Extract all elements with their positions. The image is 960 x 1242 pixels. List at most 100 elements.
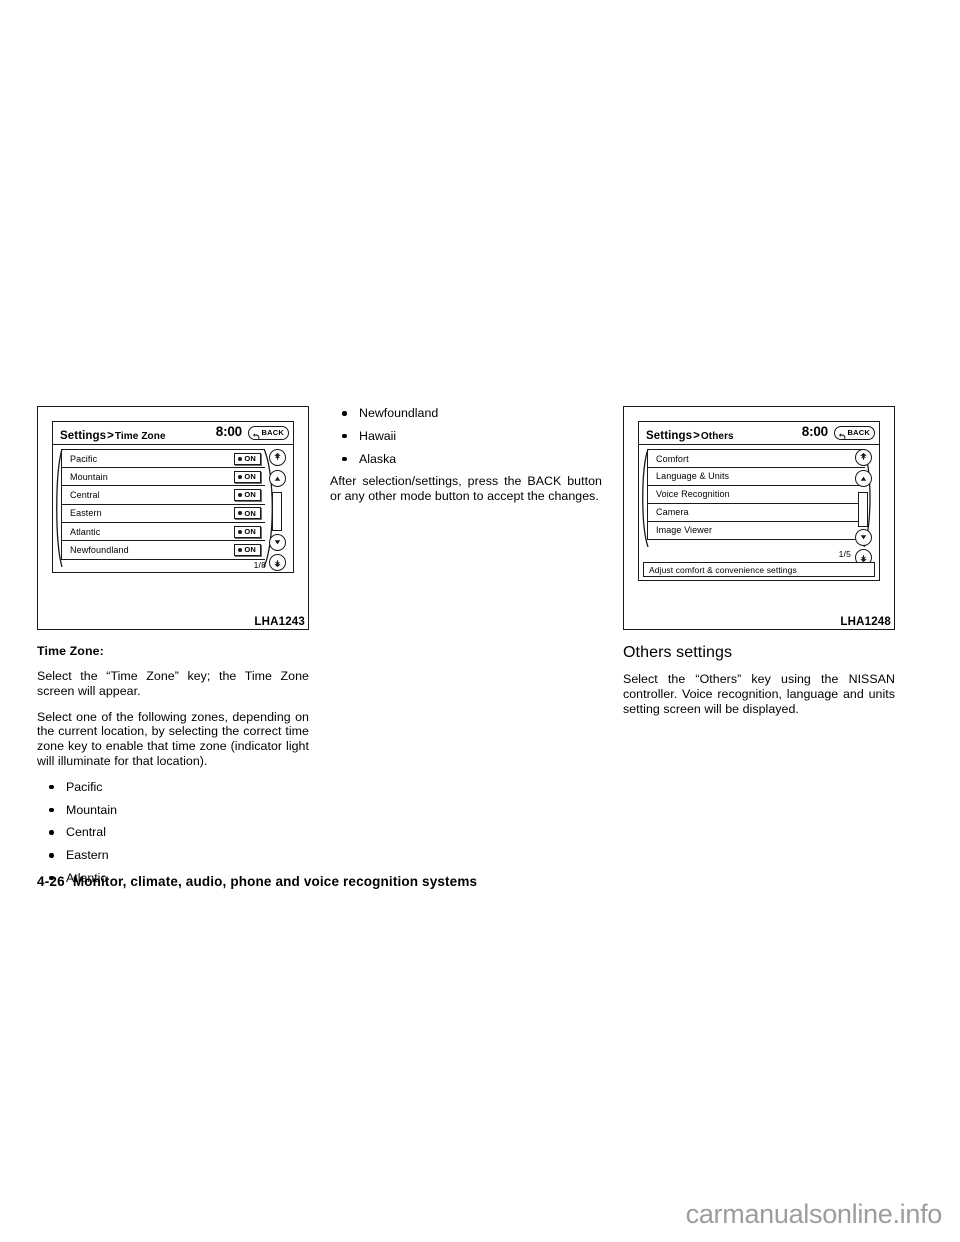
row-label: Newfoundland bbox=[70, 544, 129, 555]
scroll-bottom-button[interactable] bbox=[269, 554, 286, 571]
list-item: Central bbox=[37, 825, 309, 840]
figure-id-label: LHA1243 bbox=[254, 616, 305, 628]
page-counter: 1/8 bbox=[253, 560, 266, 570]
toggle-label: ON bbox=[244, 490, 256, 500]
section-heading: Others settings bbox=[623, 644, 733, 661]
screen-header: Settings>Others 8:00 BACK bbox=[639, 422, 879, 445]
list-item: Eastern bbox=[37, 848, 309, 863]
footer-title: Monitor, climate, audio, phone and voice… bbox=[72, 874, 478, 889]
table-row[interactable]: Atlantic ON bbox=[61, 521, 265, 542]
back-button[interactable]: BACK bbox=[247, 426, 289, 440]
row-label: Mountain bbox=[70, 471, 108, 482]
toggle-label: ON bbox=[244, 472, 256, 482]
indicator-dot-icon bbox=[238, 493, 243, 498]
toggle-label: ON bbox=[244, 526, 256, 536]
manual-page: Settings >Time Zone 8:00 BACK Pacific ON … bbox=[0, 0, 960, 1242]
figure-id-label: LHA1248 bbox=[840, 616, 891, 628]
row-label: Comfort bbox=[656, 453, 689, 464]
paragraph: Select one of the following zones, depen… bbox=[37, 709, 309, 768]
indicator-dot-icon bbox=[238, 456, 243, 461]
page-counter: 1/5 bbox=[838, 549, 851, 559]
row-label: Camera bbox=[656, 507, 689, 518]
breadcrumb-leaf: Others bbox=[700, 431, 734, 442]
list-item: Mountain bbox=[37, 803, 309, 818]
left-column: Settings>Time Zone 8:00 BACK Pacific ON … bbox=[37, 406, 309, 885]
nav-key-column bbox=[853, 449, 875, 566]
table-row[interactable]: Pacific ON bbox=[61, 449, 265, 469]
table-row[interactable]: Newfoundland ON bbox=[61, 540, 265, 560]
clock-display: 8:00 bbox=[215, 424, 242, 439]
screen-header: Settings>Time Zone 8:00 BACK bbox=[53, 422, 293, 445]
row-label: Voice Recognition bbox=[656, 489, 730, 500]
indicator-dot-icon bbox=[238, 511, 243, 516]
toggle-on-indicator[interactable]: ON bbox=[234, 525, 261, 538]
back-button[interactable]: BACK bbox=[833, 426, 875, 440]
list-item[interactable]: Camera bbox=[647, 502, 865, 522]
footer-page-number: 4-26 bbox=[37, 874, 65, 889]
page-footer: 4-26 Monitor, climate, audio, phone and v… bbox=[37, 873, 477, 891]
scroll-up-button[interactable] bbox=[855, 470, 872, 487]
row-label: Eastern bbox=[70, 508, 102, 519]
figure-others: Settings>Others 8:00 BACK Comfort Langua… bbox=[623, 406, 895, 630]
nav-screen-time-zone: Settings>Time Zone 8:00 BACK Pacific ON … bbox=[52, 421, 294, 573]
toggle-on-indicator[interactable]: ON bbox=[234, 470, 261, 483]
screen-body: Comfort Language & Units Voice Recogniti… bbox=[639, 445, 879, 580]
back-button-label: BACK bbox=[261, 428, 284, 438]
back-button-label: BACK bbox=[847, 428, 870, 438]
row-label: Image Viewer bbox=[656, 525, 713, 536]
paragraph: After selection/settings, press the BACK… bbox=[330, 474, 602, 504]
toggle-label: ON bbox=[244, 454, 256, 463]
list-item: Newfoundland bbox=[330, 406, 602, 421]
right-column: Settings>Others 8:00 BACK Comfort Langua… bbox=[623, 406, 895, 716]
toggle-label: ON bbox=[244, 508, 256, 518]
nav-screen-others: Settings>Others 8:00 BACK Comfort Langua… bbox=[638, 421, 880, 581]
indicator-dot-icon bbox=[238, 547, 243, 552]
bullet-list: Newfoundland Hawaii Alaska bbox=[330, 406, 602, 466]
row-label: Pacific bbox=[70, 453, 98, 464]
row-label: Central bbox=[70, 490, 100, 501]
toggle-label: ON bbox=[244, 545, 256, 555]
status-text: Adjust comfort & convenience settings bbox=[649, 564, 797, 575]
figure-time-zone: Settings>Time Zone 8:00 BACK Pacific ON … bbox=[37, 406, 309, 630]
list-item: Hawaii bbox=[330, 429, 602, 444]
scrollbar-thumb[interactable] bbox=[858, 492, 868, 527]
section-heading: Time Zone: bbox=[37, 644, 104, 658]
paragraph: Select the “Others” key using the NISSAN… bbox=[623, 672, 895, 716]
back-arrow-icon bbox=[837, 428, 847, 440]
breadcrumb-leaf: Time Zone bbox=[114, 431, 166, 442]
list-item[interactable]: Language & Units bbox=[647, 466, 865, 487]
list-item: Alaska bbox=[330, 452, 602, 467]
toggle-on-indicator[interactable]: ON bbox=[234, 543, 261, 556]
scroll-top-button[interactable] bbox=[855, 449, 872, 466]
list-item[interactable]: Comfort bbox=[647, 449, 865, 469]
scroll-down-button[interactable] bbox=[269, 534, 286, 551]
status-bar: Adjust comfort & convenience settings bbox=[643, 562, 875, 577]
others-menu-list: Comfort Language & Units Voice Recogniti… bbox=[642, 448, 871, 548]
breadcrumb: Settings>Others bbox=[646, 426, 734, 444]
list-item[interactable]: Voice Recognition bbox=[647, 484, 865, 504]
table-row[interactable]: Central ON bbox=[61, 485, 265, 505]
row-label: Atlantic bbox=[70, 526, 101, 537]
paragraph: Select the “Time Zone” key; the Time Zon… bbox=[37, 669, 309, 698]
table-row[interactable]: Mountain ON bbox=[61, 467, 265, 487]
toggle-on-indicator[interactable]: ON bbox=[234, 507, 261, 520]
site-watermark: carmanualsonline.info bbox=[685, 1199, 943, 1229]
list-item[interactable]: Image Viewer bbox=[647, 520, 865, 540]
row-label: Language & Units bbox=[656, 471, 730, 482]
toggle-on-indicator[interactable]: ON bbox=[234, 489, 261, 502]
scrollbar-thumb[interactable] bbox=[272, 492, 282, 531]
screen-body: Pacific ON Mountain ON Central ON Easter… bbox=[53, 445, 293, 572]
right-column-text: Others settings Select the “Others” key … bbox=[623, 644, 895, 716]
indicator-dot-icon bbox=[238, 529, 243, 534]
scroll-up-button[interactable] bbox=[269, 470, 286, 487]
list-item: Pacific bbox=[37, 780, 309, 795]
bullet-list: Pacific Mountain Central Eastern Atlanti… bbox=[37, 780, 309, 886]
breadcrumb-root: Settings bbox=[646, 430, 693, 442]
scroll-down-button[interactable] bbox=[855, 529, 872, 546]
toggle-on-indicator[interactable]: ON bbox=[234, 452, 261, 465]
time-zone-list: Pacific ON Mountain ON Central ON Easter… bbox=[56, 448, 273, 568]
nav-key-column bbox=[267, 449, 289, 571]
scroll-top-button[interactable] bbox=[269, 449, 286, 466]
breadcrumb-separator: > bbox=[107, 430, 114, 442]
table-row[interactable]: Eastern ON bbox=[61, 503, 265, 524]
